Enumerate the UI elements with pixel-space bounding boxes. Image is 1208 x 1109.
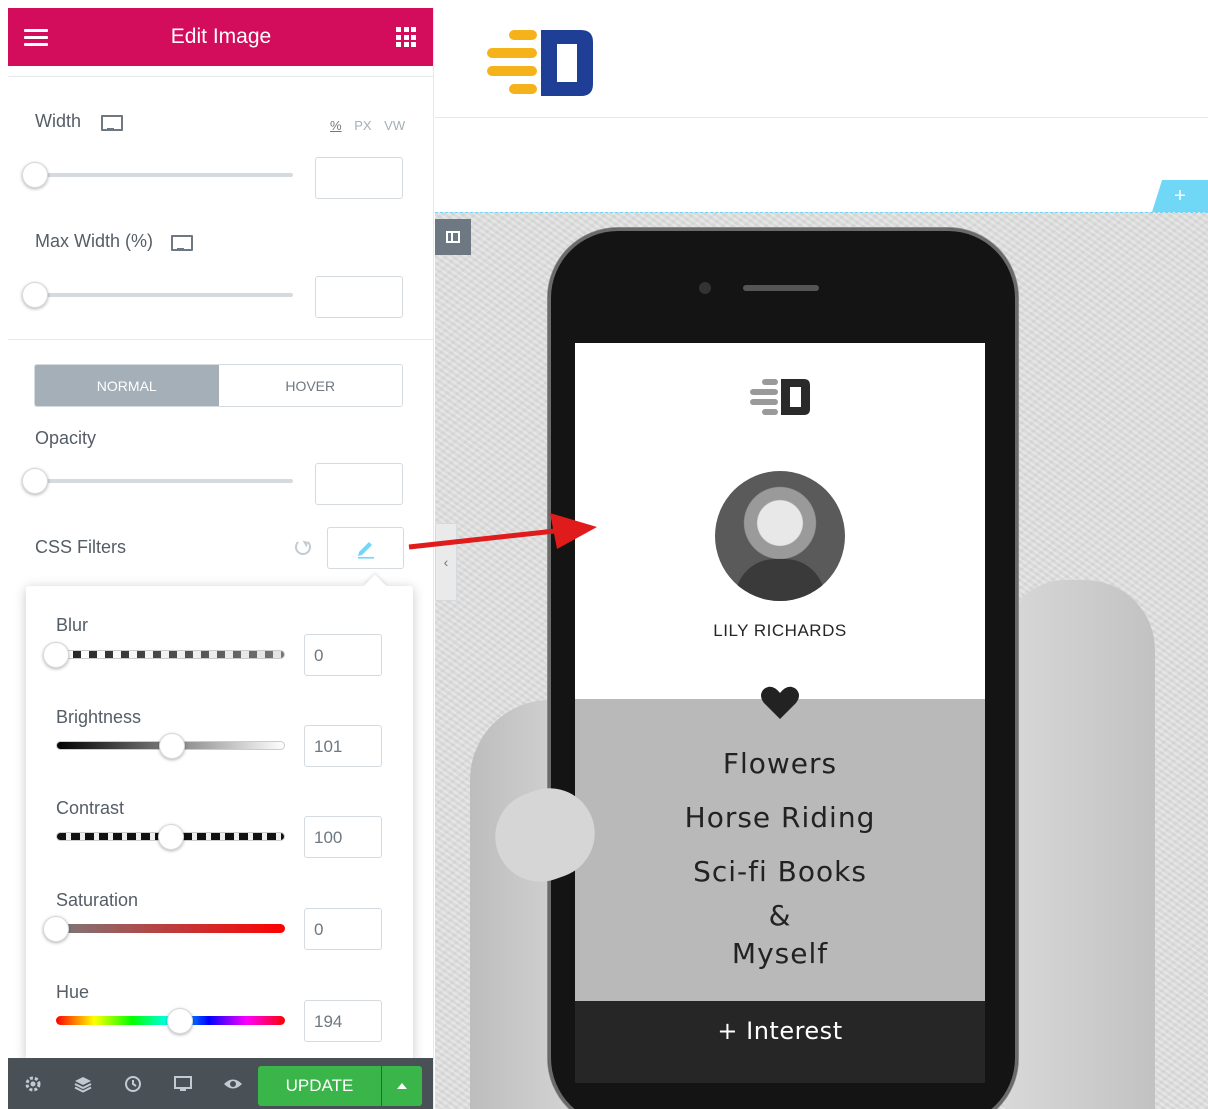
hue-label: Hue xyxy=(56,982,90,1002)
phone-screen: LILY RICHARDS Flowers Horse Riding Sci-f… xyxy=(575,343,985,1083)
panel-footer: UPDATE xyxy=(8,1058,433,1109)
column-icon xyxy=(446,231,460,243)
desktop-responsive-icon[interactable] xyxy=(171,235,193,251)
hamburger-menu-icon[interactable] xyxy=(24,26,48,48)
unit-px[interactable]: PX xyxy=(354,118,371,133)
heart-icon xyxy=(761,686,799,719)
add-section-tab[interactable]: + xyxy=(1152,180,1208,212)
divider xyxy=(8,76,433,77)
avatar xyxy=(715,471,845,601)
panel-header: Edit Image xyxy=(8,8,433,66)
brightness-slider-handle[interactable] xyxy=(158,733,185,759)
update-button[interactable]: UPDATE xyxy=(258,1066,381,1106)
width-input[interactable] xyxy=(315,157,403,199)
interest-item: & xyxy=(768,899,792,932)
column-handle[interactable] xyxy=(435,219,471,255)
widgets-grid-icon[interactable] xyxy=(396,27,416,47)
saturation-label: Saturation xyxy=(56,890,139,910)
interest-item: Flowers xyxy=(722,747,838,780)
max-width-slider-track[interactable] xyxy=(35,293,293,297)
hand-right-image xyxy=(1005,580,1155,1109)
width-slider-track[interactable] xyxy=(35,173,293,177)
gear-icon[interactable] xyxy=(8,1058,58,1109)
unit-percent[interactable]: % xyxy=(330,118,342,133)
interest-item: Sci-fi Books xyxy=(693,855,867,888)
reset-icon[interactable] xyxy=(295,539,311,555)
blur-label: Blur xyxy=(56,615,89,635)
interests-panel: Flowers Horse Riding Sci-fi Books & Myse… xyxy=(575,686,985,1001)
eye-icon[interactable] xyxy=(208,1058,258,1109)
responsive-icon[interactable] xyxy=(158,1058,208,1109)
opacity-slider-handle[interactable] xyxy=(22,468,48,494)
unit-vw[interactable]: VW xyxy=(384,118,405,133)
max-width-slider-handle[interactable] xyxy=(22,282,48,308)
desktop-responsive-icon[interactable] xyxy=(101,115,123,131)
annotation-arrow xyxy=(408,513,597,550)
css-filters-edit-button[interactable] xyxy=(327,527,404,569)
tab-normal[interactable]: NORMAL xyxy=(35,365,219,406)
pencil-icon xyxy=(357,542,374,559)
brightness-input[interactable]: 101 xyxy=(304,725,382,767)
phone-image: LILY RICHARDS Flowers Horse Riding Sci-f… xyxy=(548,228,1018,1109)
opacity-label: Opacity xyxy=(35,428,97,448)
interest-item: Myself xyxy=(731,937,829,970)
blur-slider-handle[interactable] xyxy=(43,642,69,668)
max-width-label: Max Width (%) xyxy=(35,231,154,251)
saturation-slider-handle[interactable] xyxy=(43,916,69,942)
css-filters-popover: Blur 0 Brightness 101 Contrast 100 Satur… xyxy=(26,586,413,1061)
site-header xyxy=(435,0,1208,118)
divider xyxy=(8,339,433,340)
contrast-label: Contrast xyxy=(56,798,125,818)
history-icon[interactable] xyxy=(108,1058,158,1109)
blur-input[interactable]: 0 xyxy=(304,634,382,676)
phone-camera xyxy=(699,282,711,294)
profile-name: LILY RICHARDS xyxy=(713,621,847,640)
contrast-slider-handle[interactable] xyxy=(157,824,184,850)
max-width-input[interactable] xyxy=(315,276,403,318)
mini-logo xyxy=(750,379,810,415)
hue-slider-handle[interactable] xyxy=(166,1008,193,1034)
tab-hover[interactable]: HOVER xyxy=(218,365,402,406)
add-interest-button[interactable]: + Interest xyxy=(575,1017,985,1045)
panel-title: Edit Image xyxy=(170,25,272,48)
width-slider-handle[interactable] xyxy=(22,162,48,188)
opacity-slider-track[interactable] xyxy=(35,479,293,483)
state-tabs: NORMAL HOVER xyxy=(34,364,403,407)
site-logo[interactable] xyxy=(485,28,597,98)
layers-icon[interactable] xyxy=(58,1058,108,1109)
saturation-slider-track[interactable] xyxy=(56,924,285,933)
interest-item: Horse Riding xyxy=(684,801,876,834)
blur-slider-track[interactable] xyxy=(56,650,285,659)
contrast-input[interactable]: 100 xyxy=(304,816,382,858)
hue-input[interactable]: 194 xyxy=(304,1000,382,1042)
update-options-button[interactable] xyxy=(382,1066,422,1106)
saturation-input[interactable]: 0 xyxy=(304,908,382,950)
opacity-input[interactable] xyxy=(315,463,403,505)
width-label: Width xyxy=(35,111,82,131)
phone-speaker xyxy=(743,285,819,291)
brightness-label: Brightness xyxy=(56,707,142,727)
editor-panel: Edit Image Width % PX VW Max Width (%) N… xyxy=(8,8,434,1109)
css-filters-label: CSS Filters xyxy=(35,537,127,557)
unit-switcher: % PX VW xyxy=(330,118,414,133)
profile-card: LILY RICHARDS xyxy=(575,343,985,699)
interest-bar: + Interest xyxy=(575,1001,985,1083)
